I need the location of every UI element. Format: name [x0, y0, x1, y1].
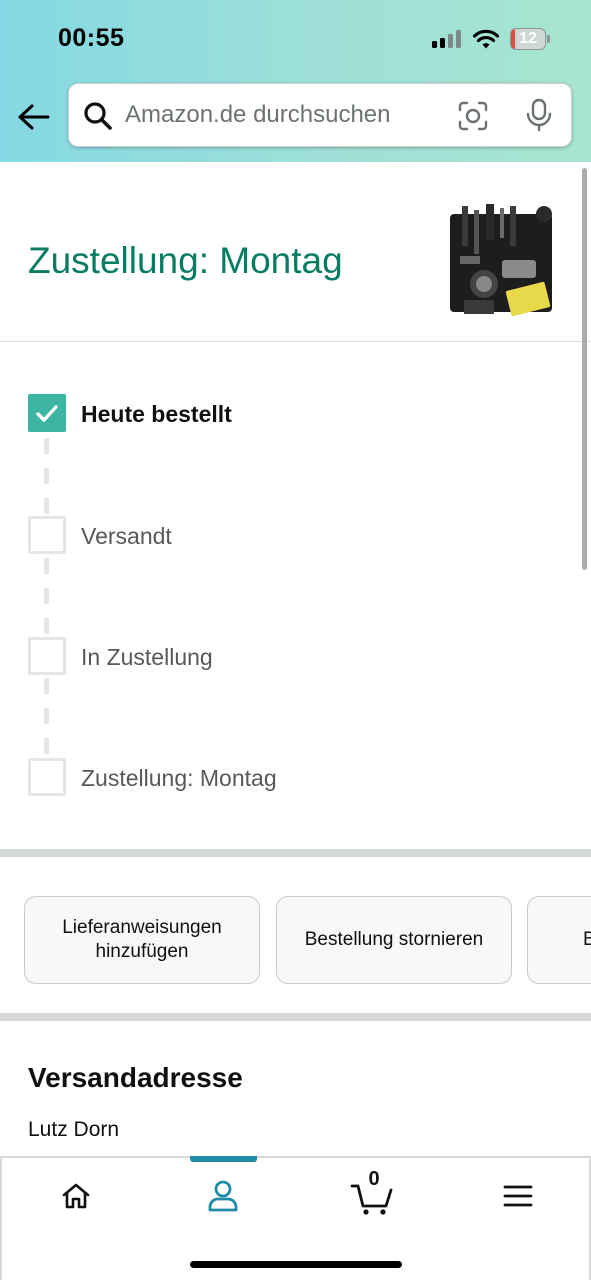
- back-arrow-icon[interactable]: [14, 98, 54, 138]
- microphone-icon[interactable]: [523, 98, 555, 132]
- battery-level: 12: [519, 30, 537, 47]
- add-delivery-instructions-button[interactable]: Lieferanweisungen hinzufügen: [24, 896, 260, 984]
- search-icon[interactable]: [83, 101, 113, 131]
- cart-count: 0: [368, 1168, 380, 1190]
- search-bar[interactable]: [68, 83, 572, 147]
- search-input[interactable]: [125, 84, 445, 146]
- step-label-delivery: Zustellung: Montag: [81, 765, 277, 791]
- nav-account[interactable]: [193, 1174, 253, 1218]
- step-checkbox-ordered: [28, 394, 66, 432]
- more-actions-button[interactable]: B: [527, 896, 591, 984]
- step-label-out-for-delivery: In Zustellung: [81, 644, 213, 670]
- cancel-order-button[interactable]: Bestellung stornieren: [276, 896, 512, 984]
- step-checkbox-delivery: [28, 758, 66, 796]
- delivery-title: Zustellung: Montag: [28, 240, 343, 281]
- step-checkbox-shipped: [28, 516, 66, 554]
- recipient-name: Lutz Dorn: [28, 1118, 120, 1141]
- header: 00:55 12: [0, 0, 591, 162]
- divider: [0, 341, 591, 342]
- step-label-ordered: Heute bestellt: [81, 401, 232, 427]
- product-image[interactable]: [444, 200, 560, 324]
- cellular-signal-icon: [432, 30, 464, 48]
- status-time: 00:55: [58, 24, 125, 52]
- timeline-connector: [44, 438, 49, 758]
- scrollbar[interactable]: [582, 168, 587, 570]
- camera-icon[interactable]: [457, 100, 489, 132]
- menu-icon[interactable]: [502, 1182, 534, 1210]
- wifi-icon: [472, 29, 500, 49]
- checkmark-icon: [36, 405, 58, 422]
- active-tab-indicator: [190, 1156, 257, 1162]
- section-divider: [0, 1013, 591, 1021]
- more-actions-label: B: [583, 928, 591, 952]
- section-divider: [0, 849, 591, 857]
- home-indicator: [190, 1261, 402, 1268]
- nav-home[interactable]: [46, 1174, 106, 1218]
- nav-menu[interactable]: [488, 1174, 548, 1218]
- step-label-shipped: Versandt: [81, 523, 172, 549]
- step-checkbox-out-for-delivery: [28, 637, 66, 675]
- account-icon[interactable]: [207, 1179, 239, 1213]
- battery-icon: 12: [510, 28, 550, 50]
- add-delivery-instructions-label: Lieferanweisungen hinzufügen: [62, 917, 222, 962]
- cancel-order-label: Bestellung stornieren: [304, 929, 484, 950]
- nav-cart[interactable]: 0: [342, 1168, 402, 1218]
- home-icon[interactable]: [60, 1180, 92, 1212]
- shipping-address-title: Versandadresse: [28, 1062, 243, 1093]
